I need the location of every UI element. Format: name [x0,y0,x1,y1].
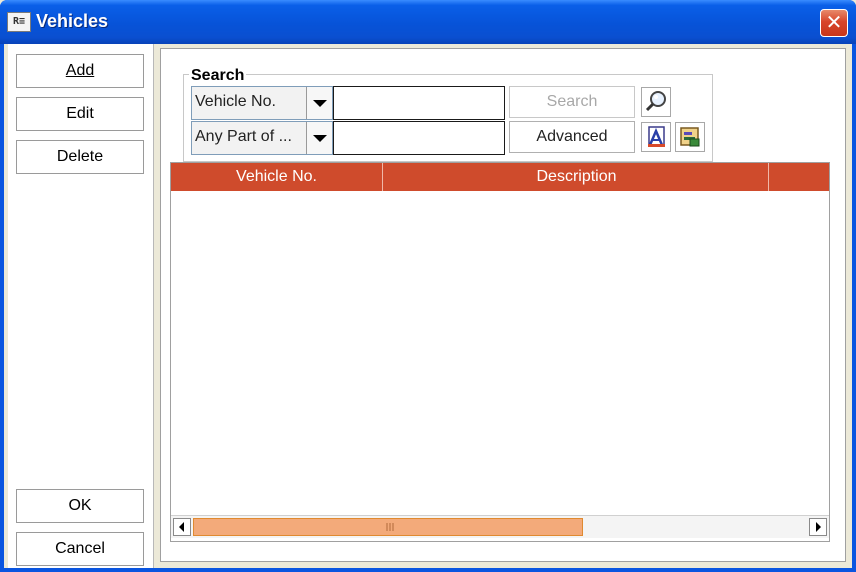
vehicles-table: Vehicle No. Description [170,162,830,542]
app-icon: R≡ [7,12,31,32]
report-icon [648,126,665,147]
match-mode-combo[interactable]: Any Part of ... [191,121,333,155]
close-icon: ✕ [825,10,843,34]
filter-button[interactable] [675,122,705,152]
chevron-down-icon[interactable] [306,122,332,154]
ok-button-label: OK [68,497,92,514]
search-field-combo[interactable]: Vehicle No. [191,86,333,120]
scroll-right-button[interactable] [809,518,827,536]
add-button-label: Add [65,62,95,79]
search-field-combo-value: Vehicle No. [195,93,276,110]
magnifier-icon [645,91,666,112]
cancel-button[interactable]: Cancel [16,532,144,566]
search-group-title: Search [189,67,247,85]
delete-button[interactable]: Delete [16,140,144,174]
ok-button[interactable]: OK [16,489,144,523]
filter-icon [680,127,700,147]
column-header-description[interactable]: Description [385,163,769,191]
column-header-extra[interactable] [771,163,829,191]
main-panel: Search Vehicle No. Any Part of ... Searc… [160,48,846,562]
vehicles-dialog: R≡ Vehicles ✕ Add Edit Delete OK Cancel [0,0,856,572]
table-header: Vehicle No. Description [171,163,829,191]
arrow-left-icon [179,522,184,532]
advanced-button[interactable]: Advanced [509,121,635,153]
magnifier-button[interactable] [641,87,671,117]
delete-button-label: Delete [56,148,104,165]
match-value-input[interactable] [333,121,505,155]
edit-button[interactable]: Edit [16,97,144,131]
horizontal-scrollbar[interactable] [171,515,829,538]
search-button-label: Search [546,93,598,110]
cancel-button-label: Cancel [55,540,105,557]
scroll-left-button[interactable] [173,518,191,536]
arrow-right-icon [816,522,821,532]
action-sidebar: Add Edit Delete OK Cancel [8,44,154,568]
advanced-button-label: Advanced [536,128,608,145]
title-bar[interactable]: R≡ Vehicles ✕ [0,0,856,44]
report-button[interactable] [641,122,671,152]
window-title: Vehicles [36,11,109,31]
grip-icon [386,523,394,531]
edit-button-label: Edit [66,105,94,122]
chevron-down-icon[interactable] [306,87,332,119]
dialog-client-area: Add Edit Delete OK Cancel Search Vehicle… [4,44,852,568]
search-button[interactable]: Search [509,86,635,118]
column-header-vehicle-no[interactable]: Vehicle No. [171,163,383,191]
search-value-input[interactable] [333,86,505,120]
close-button[interactable]: ✕ [820,9,848,37]
scroll-thumb[interactable] [193,518,583,536]
match-mode-combo-value: Any Part of ... [195,128,292,145]
add-button[interactable]: Add [16,54,144,88]
table-body[interactable] [171,191,829,515]
